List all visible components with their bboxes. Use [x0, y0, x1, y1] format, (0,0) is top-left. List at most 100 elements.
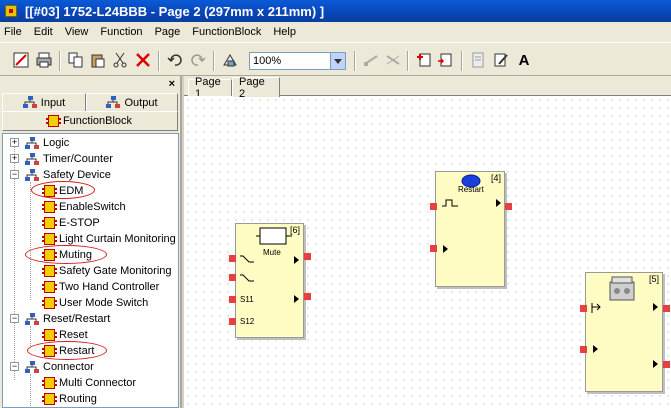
toolbar-separator — [213, 51, 215, 71]
cut-icon[interactable] — [111, 51, 129, 69]
input-pin[interactable] — [229, 296, 236, 303]
output-pin[interactable] — [663, 305, 670, 312]
block-label: Mute — [263, 248, 281, 257]
tree-item-label: E-STOP — [59, 217, 100, 229]
input-pin[interactable] — [229, 274, 236, 281]
input-pin[interactable] — [430, 245, 437, 252]
tree-item-label: Safety Gate Monitoring — [59, 265, 172, 277]
tree-item-connector[interactable]: Connector — [25, 359, 94, 375]
input-pin[interactable] — [430, 203, 437, 210]
collapse-icon[interactable]: − — [10, 314, 19, 323]
toolbar-separator — [158, 51, 160, 71]
restart-function-block[interactable]: [4] Restart — [435, 171, 505, 287]
mute-device-icon — [256, 227, 292, 245]
collapse-icon[interactable]: − — [10, 170, 19, 179]
highlight-ellipse-edm — [31, 181, 95, 199]
delete-icon[interactable] — [134, 51, 152, 69]
input-arrow-icon — [593, 345, 598, 353]
input-pin[interactable] — [229, 255, 236, 262]
tab-page-1[interactable]: Page 1 — [188, 76, 232, 100]
chevron-down-icon[interactable] — [330, 53, 345, 69]
tab-output-label: Output — [124, 96, 158, 109]
page-tabs: Page 1 Page 2 — [184, 76, 671, 100]
insert-page-icon[interactable] — [436, 51, 454, 69]
network-icon — [22, 96, 37, 108]
tree-item-safety-gate[interactable]: Safety Gate Monitoring — [42, 263, 172, 279]
tree-item-logic[interactable]: Logic — [25, 135, 69, 151]
text-icon[interactable]: A — [515, 51, 533, 69]
connect-icon[interactable] — [362, 51, 380, 69]
function-block-icon — [42, 233, 57, 245]
edit-icon[interactable] — [492, 51, 510, 69]
undo-icon[interactable] — [166, 51, 184, 69]
sensor-icon — [240, 255, 254, 263]
no-entry-icon[interactable] — [12, 51, 30, 69]
output-arrow-icon — [653, 303, 658, 311]
menu-file[interactable]: File — [0, 22, 28, 42]
toolbar-separator — [407, 51, 409, 71]
function-block-icon — [42, 201, 57, 213]
menu-page[interactable]: Page — [149, 22, 187, 42]
block-label: Restart — [458, 185, 484, 194]
menu-functionblock[interactable]: FunctionBlock — [186, 22, 267, 42]
function-block-icon — [42, 297, 57, 309]
function-block-icon — [42, 265, 57, 277]
output-arrow-icon — [496, 199, 501, 207]
input-pin[interactable] — [580, 346, 587, 353]
menu-help[interactable]: Help — [267, 22, 302, 42]
mute-function-block[interactable]: [6] Mute S11 S12 — [235, 223, 304, 338]
output-pin[interactable] — [505, 203, 512, 210]
expand-icon[interactable]: + — [10, 138, 19, 147]
tree-item-label: Safety Device — [43, 169, 111, 181]
tree-item-two-hand[interactable]: Two Hand Controller — [42, 279, 159, 295]
tree-item-reset-restart[interactable]: Reset/Restart — [25, 311, 110, 327]
app-icon — [5, 5, 17, 17]
menu-view[interactable]: View — [59, 22, 95, 42]
network-icon — [25, 360, 39, 373]
tab-page-2[interactable]: Page 2 — [232, 76, 280, 100]
zoom-select[interactable]: 100% — [249, 52, 346, 70]
redo-icon[interactable] — [189, 51, 207, 69]
contactor-icon — [609, 276, 635, 301]
tree-item-label: Connector — [43, 361, 94, 373]
input-pin[interactable] — [229, 318, 236, 325]
tab-input-label: Input — [40, 96, 66, 109]
output-pin[interactable] — [663, 361, 670, 368]
function-block-tree: + Logic + Timer/Counter − Safety Device … — [2, 133, 179, 408]
tree-item-label: Reset — [59, 329, 88, 341]
tree-item-enable-switch[interactable]: EnableSwitch — [42, 199, 126, 215]
print-icon[interactable] — [35, 51, 53, 69]
tree-item-routing[interactable]: Routing — [42, 391, 97, 407]
output-arrow-icon — [294, 295, 299, 303]
menu-function[interactable]: Function — [94, 22, 148, 42]
menu-edit[interactable]: Edit — [28, 22, 59, 42]
close-icon[interactable]: × — [169, 78, 175, 90]
output-pin[interactable] — [304, 293, 311, 300]
new-page-icon[interactable] — [415, 51, 433, 69]
edm-function-block[interactable]: [5] — [585, 272, 663, 392]
tree-item-timer-counter[interactable]: Timer/Counter — [25, 151, 113, 167]
toolbar-separator — [354, 51, 356, 71]
function-block-icon — [42, 281, 57, 293]
page-properties-icon[interactable] — [469, 51, 487, 69]
tab-input[interactable]: Input — [2, 93, 86, 111]
drawing-canvas[interactable]: [6] Mute S11 S12 [4] Restart [5] — [184, 96, 671, 408]
input-pin[interactable] — [580, 305, 587, 312]
menu-bar: File Edit View Function Page FunctionBlo… — [0, 22, 671, 42]
function-block-icon — [42, 217, 57, 229]
tree-item-estop[interactable]: E-STOP — [42, 215, 100, 231]
expand-icon[interactable]: + — [10, 154, 19, 163]
disconnect-icon[interactable] — [384, 51, 402, 69]
window-title: [[#03] 1752-L24BBB - Page 2 (297mm x 211… — [25, 3, 325, 19]
tree-item-user-mode[interactable]: User Mode Switch — [42, 295, 148, 311]
left-pane: × Input Output FunctionBlock + Logic + T… — [0, 76, 182, 408]
output-pin[interactable] — [304, 253, 311, 260]
tree-item-multi-connector[interactable]: Multi Connector — [42, 375, 137, 391]
tab-output[interactable]: Output — [86, 93, 178, 111]
tree-item-label: Multi Connector — [59, 377, 137, 389]
zoom-icon[interactable] — [222, 51, 240, 69]
paste-icon[interactable] — [89, 51, 107, 69]
copy-icon[interactable] — [67, 51, 85, 69]
collapse-icon[interactable]: − — [10, 362, 19, 371]
tab-functionblock[interactable]: FunctionBlock — [2, 111, 178, 131]
